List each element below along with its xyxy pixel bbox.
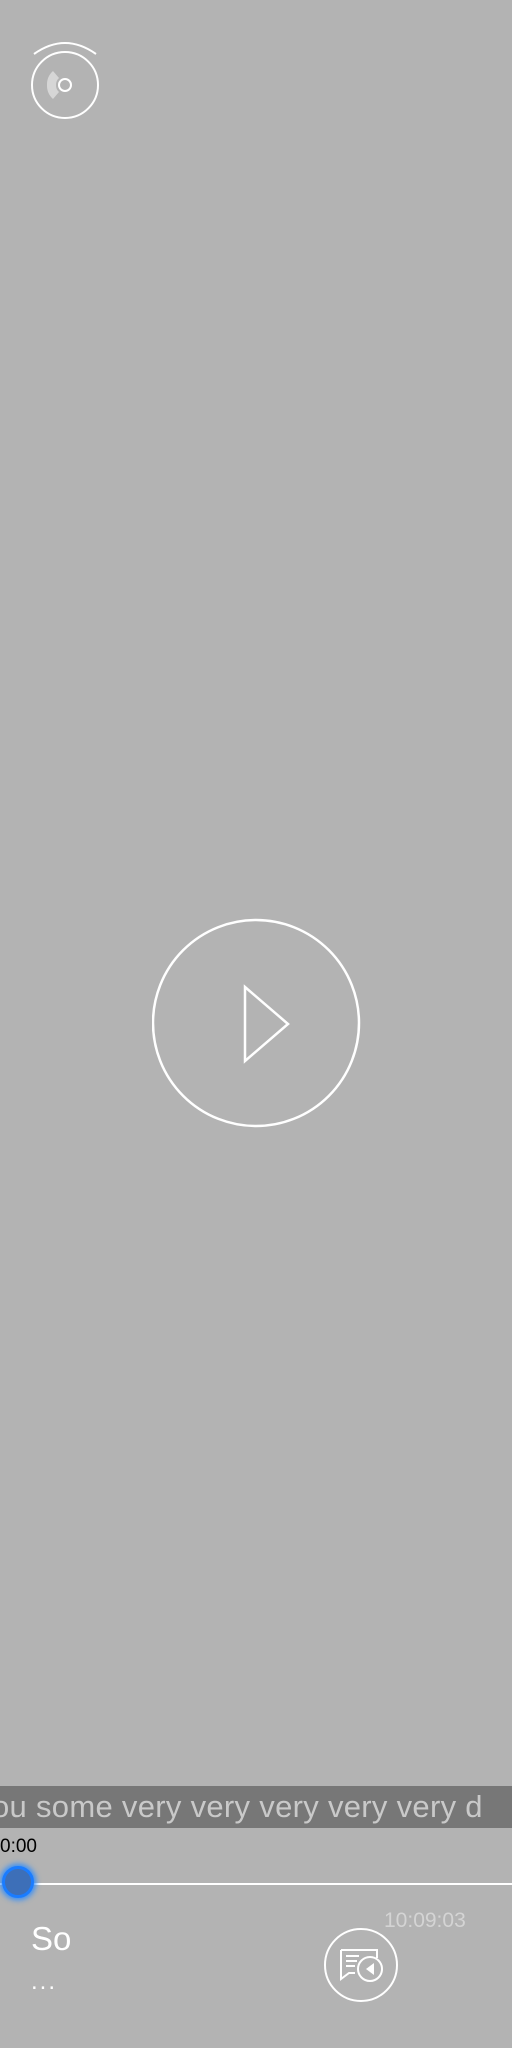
progress-track[interactable] xyxy=(0,1883,512,1885)
lyric-line: ou some very very very very very d xyxy=(0,1789,483,1824)
current-time: 0:00 xyxy=(0,1836,37,1857)
track-title: So xyxy=(31,1920,72,1957)
queue-music-icon xyxy=(324,1928,398,2002)
play-icon xyxy=(152,918,361,1128)
track-subtitle: ... xyxy=(31,1968,58,1995)
progress-thumb[interactable] xyxy=(2,1866,34,1898)
lyric-bar: ou some very very very very very d xyxy=(0,1786,512,1828)
queue-button[interactable] xyxy=(323,1927,400,2004)
disc-icon xyxy=(31,42,99,119)
play-button[interactable] xyxy=(152,918,362,1128)
disc-button[interactable] xyxy=(29,38,103,122)
